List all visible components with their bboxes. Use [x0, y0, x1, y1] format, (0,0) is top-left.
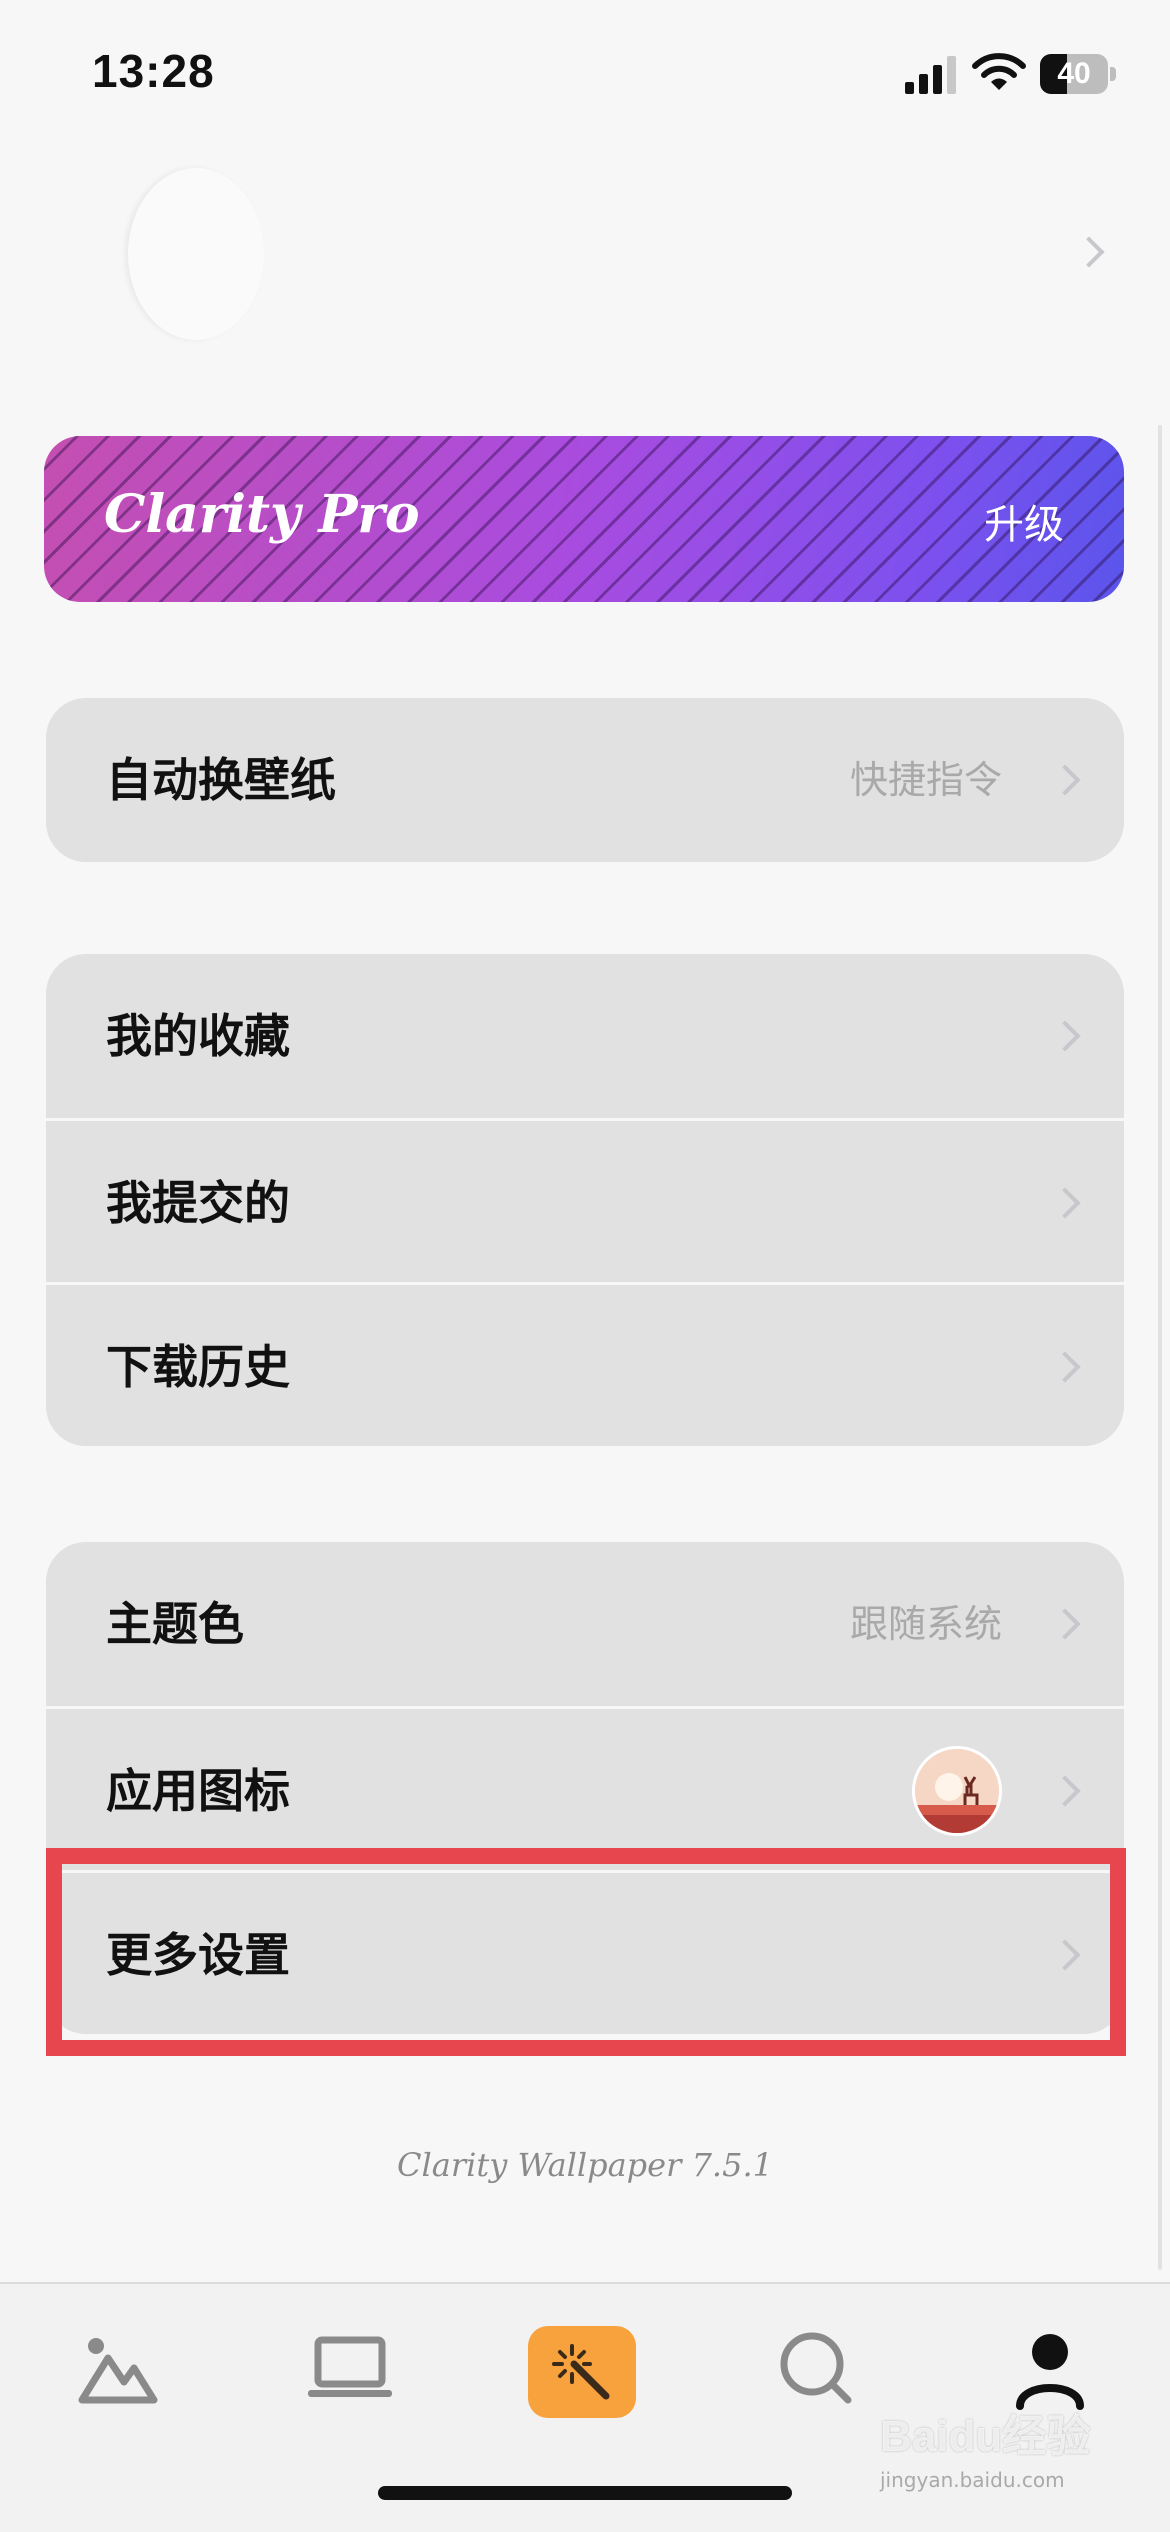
avatar[interactable]	[128, 168, 264, 340]
cellular-signal-icon	[905, 56, 956, 94]
wifi-icon	[972, 53, 1026, 90]
battery-icon: 40	[1040, 54, 1116, 94]
chevron-right-icon	[1073, 236, 1105, 268]
auto-wallpaper-card: 自动换壁纸 快捷指令	[46, 698, 1124, 862]
favorites-label: 我的收藏	[106, 1009, 290, 1063]
status-bar: 13:28 40	[0, 0, 1170, 150]
deer-sunset-icon	[912, 1746, 1002, 1836]
auto-wallpaper-detail: 快捷指令	[849, 758, 1002, 802]
search-icon	[780, 2332, 852, 2404]
scroll-indicator	[1158, 425, 1162, 2270]
tab-desktop[interactable]	[300, 2320, 400, 2420]
download-history-label: 下载历史	[106, 1340, 290, 1394]
home-indicator	[378, 2486, 792, 2500]
clarity-pro-banner[interactable]: Clarity Pro 升级	[44, 436, 1124, 602]
download-history-row[interactable]: 下载历史	[46, 1282, 1124, 1446]
magic-wand-icon	[528, 2326, 636, 2418]
auto-wallpaper-label: 自动换壁纸	[106, 753, 336, 807]
profile-row[interactable]	[0, 150, 1170, 370]
upgrade-button[interactable]: 升级	[984, 492, 1064, 550]
theme-color-detail: 跟随系统	[849, 1602, 1002, 1646]
app-version: Clarity Wallpaper 7.5.1	[397, 2146, 773, 2184]
watermark-sub: jingyan.baidu.com	[880, 2468, 1065, 2492]
status-time: 13:28	[92, 45, 215, 97]
mountain-photo-icon	[78, 2338, 158, 2404]
baidu-watermark: Baidu经验 jingyan.baidu.com	[880, 2400, 1160, 2510]
app-icon-row[interactable]: 应用图标	[46, 1706, 1124, 1870]
pro-title: Clarity Pro	[104, 484, 420, 545]
library-card: 我的收藏 我提交的 下载历史	[46, 954, 1124, 1446]
theme-color-row[interactable]: 主题色 跟随系统	[46, 1542, 1124, 1706]
watermark-main: Baidu经验	[880, 2412, 1091, 2461]
tab-search[interactable]	[768, 2320, 868, 2420]
submitted-label: 我提交的	[106, 1176, 290, 1230]
battery-level: 40	[1057, 57, 1091, 90]
chevron-right-icon	[1049, 1351, 1081, 1383]
chevron-right-icon	[1049, 1775, 1081, 1807]
submitted-row[interactable]: 我提交的	[46, 1118, 1124, 1282]
chevron-right-icon	[1049, 1020, 1081, 1052]
chevron-right-icon	[1049, 764, 1081, 796]
highlight-box	[46, 1848, 1126, 2056]
tab-create[interactable]	[526, 2320, 638, 2420]
tab-gallery[interactable]	[68, 2320, 168, 2420]
laptop-icon	[308, 2336, 392, 2397]
chevron-right-icon	[1049, 1608, 1081, 1640]
favorites-row[interactable]: 我的收藏	[46, 954, 1124, 1118]
chevron-right-icon	[1049, 1187, 1081, 1219]
theme-color-label: 主题色	[106, 1597, 244, 1651]
auto-wallpaper-row[interactable]: 自动换壁纸 快捷指令	[46, 698, 1124, 862]
